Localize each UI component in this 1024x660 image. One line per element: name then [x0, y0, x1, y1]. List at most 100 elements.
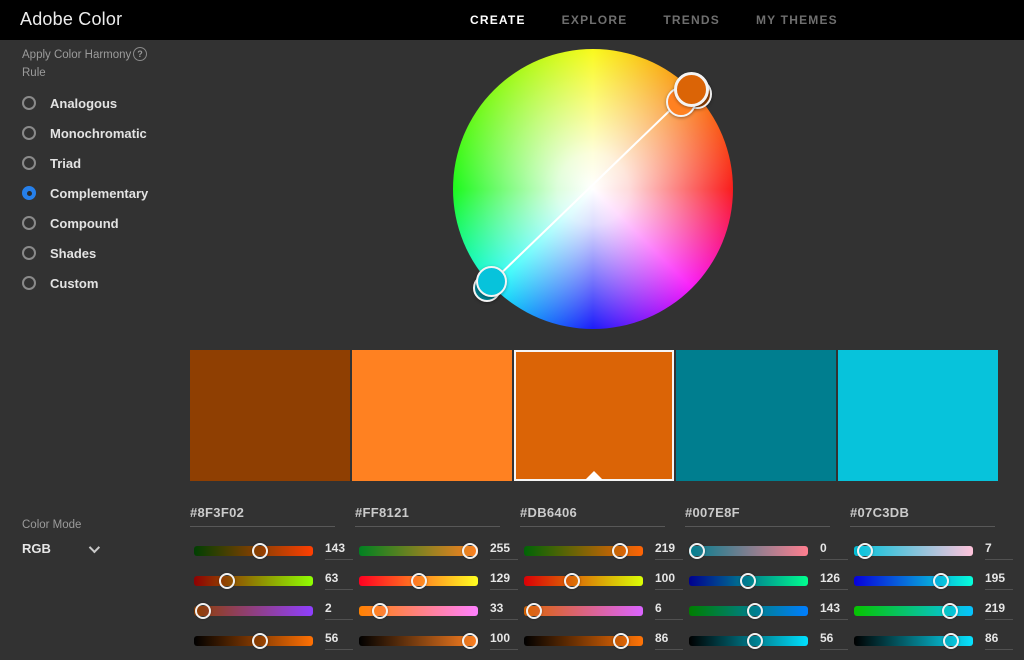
green-value-input[interactable]: 63	[325, 573, 353, 590]
slider-knob[interactable]	[252, 543, 268, 559]
slider-knob[interactable]	[411, 573, 427, 589]
blue-value-input[interactable]: 219	[985, 603, 1013, 620]
hex-input-color2[interactable]: #FF8121	[355, 505, 500, 527]
swatch-color2[interactable]	[352, 350, 512, 481]
swatch-color3[interactable]	[514, 350, 674, 481]
green-value-input[interactable]: 100	[655, 573, 683, 590]
rule-option-label: Monochromatic	[50, 126, 147, 141]
wheel-marker-color5[interactable]	[476, 266, 507, 297]
slider-knob[interactable]	[613, 633, 629, 649]
slider-knob[interactable]	[612, 543, 628, 559]
green-slider[interactable]	[689, 576, 808, 586]
slider-knob[interactable]	[462, 633, 478, 649]
brightness-slider[interactable]	[524, 636, 643, 646]
brightness-value-input[interactable]: 86	[655, 633, 683, 650]
brightness-value-input[interactable]: 56	[820, 633, 848, 650]
green-slider[interactable]	[194, 576, 313, 586]
blue-value-input[interactable]: 143	[820, 603, 848, 620]
help-icon[interactable]: ?	[133, 47, 147, 61]
slider-knob[interactable]	[740, 573, 756, 589]
brightness-slider[interactable]	[359, 636, 478, 646]
slider-knob[interactable]	[943, 633, 959, 649]
green-value-input[interactable]: 126	[820, 573, 848, 590]
harmony-rule-heading-line2: Rule	[22, 67, 46, 79]
red-value-input[interactable]: 0	[820, 543, 848, 560]
radio-icon[interactable]	[22, 246, 36, 260]
rule-option-monochromatic[interactable]: Monochromatic	[22, 118, 148, 148]
slider-knob[interactable]	[372, 603, 388, 619]
red-slider[interactable]	[689, 546, 808, 556]
brightness-value-input[interactable]: 100	[490, 633, 518, 650]
app-logo[interactable]: Adobe Color	[20, 9, 122, 30]
red-value-input[interactable]: 255	[490, 543, 518, 560]
nav-tab-trends[interactable]: TRENDS	[663, 13, 720, 27]
blue-value-input[interactable]: 33	[490, 603, 518, 620]
hex-input-color4[interactable]: #007E8F	[685, 505, 830, 527]
radio-icon[interactable]	[22, 126, 36, 140]
radio-checked-icon[interactable]	[22, 186, 36, 200]
slider-knob[interactable]	[689, 543, 705, 559]
red-slider[interactable]	[359, 546, 478, 556]
rule-option-compound[interactable]: Compound	[22, 208, 148, 238]
rule-option-analogous[interactable]: Analogous	[22, 88, 148, 118]
swatch-color4[interactable]	[676, 350, 836, 481]
hex-input-color3[interactable]: #DB6406	[520, 505, 665, 527]
rule-option-label: Triad	[50, 156, 81, 171]
slider-knob[interactable]	[564, 573, 580, 589]
blue-slider[interactable]	[854, 606, 973, 616]
harmony-rule-heading-line1: Apply Color Harmony	[22, 49, 131, 61]
hex-input-color1[interactable]: #8F3F02	[190, 505, 335, 527]
brightness-slider[interactable]	[854, 636, 973, 646]
brightness-slider[interactable]	[194, 636, 313, 646]
swatch-color5[interactable]	[838, 350, 998, 481]
blue-value-input[interactable]: 6	[655, 603, 683, 620]
brightness-slider[interactable]	[689, 636, 808, 646]
radio-icon[interactable]	[22, 216, 36, 230]
radio-icon[interactable]	[22, 156, 36, 170]
slider-knob[interactable]	[942, 603, 958, 619]
rule-option-custom[interactable]: Custom	[22, 268, 148, 298]
slider-knob[interactable]	[933, 573, 949, 589]
wheel-marker-color3-active[interactable]	[674, 72, 709, 107]
slider-knob[interactable]	[195, 603, 211, 619]
selected-swatch-pointer-icon	[585, 471, 603, 480]
red-value-input[interactable]: 143	[325, 543, 353, 560]
rule-option-label: Custom	[50, 276, 98, 291]
red-slider[interactable]	[854, 546, 973, 556]
rule-option-complementary[interactable]: Complementary	[22, 178, 148, 208]
blue-value-input[interactable]: 2	[325, 603, 353, 620]
red-value-input[interactable]: 219	[655, 543, 683, 560]
radio-icon[interactable]	[22, 276, 36, 290]
slider-knob[interactable]	[747, 603, 763, 619]
slider-knob[interactable]	[219, 573, 235, 589]
blue-slider[interactable]	[524, 606, 643, 616]
green-slider[interactable]	[854, 576, 973, 586]
brightness-value-input[interactable]: 56	[325, 633, 353, 650]
nav-tab-explore[interactable]: EXPLORE	[562, 13, 628, 27]
radio-icon[interactable]	[22, 96, 36, 110]
red-slider[interactable]	[524, 546, 643, 556]
red-value-input[interactable]: 7	[985, 543, 1013, 560]
slider-knob[interactable]	[526, 603, 542, 619]
slider-knob[interactable]	[252, 633, 268, 649]
blue-slider[interactable]	[194, 606, 313, 616]
green-value-input[interactable]: 129	[490, 573, 518, 590]
color-mode-dropdown[interactable]: RGB	[22, 541, 97, 556]
nav-tab-my-themes[interactable]: MY THEMES	[756, 13, 838, 27]
color-column-2: #FF8121 255 129 33 100	[355, 505, 518, 660]
green-value-input[interactable]: 195	[985, 573, 1013, 590]
swatch-color1[interactable]	[190, 350, 350, 481]
slider-knob[interactable]	[462, 543, 478, 559]
hex-input-color5[interactable]: #07C3DB	[850, 505, 995, 527]
blue-slider[interactable]	[359, 606, 478, 616]
blue-slider[interactable]	[689, 606, 808, 616]
slider-knob[interactable]	[747, 633, 763, 649]
brightness-value-input[interactable]: 86	[985, 633, 1013, 650]
red-slider[interactable]	[194, 546, 313, 556]
rule-option-shades[interactable]: Shades	[22, 238, 148, 268]
nav-tab-create[interactable]: CREATE	[470, 13, 526, 27]
green-slider[interactable]	[359, 576, 478, 586]
rule-option-triad[interactable]: Triad	[22, 148, 148, 178]
slider-knob[interactable]	[857, 543, 873, 559]
green-slider[interactable]	[524, 576, 643, 586]
